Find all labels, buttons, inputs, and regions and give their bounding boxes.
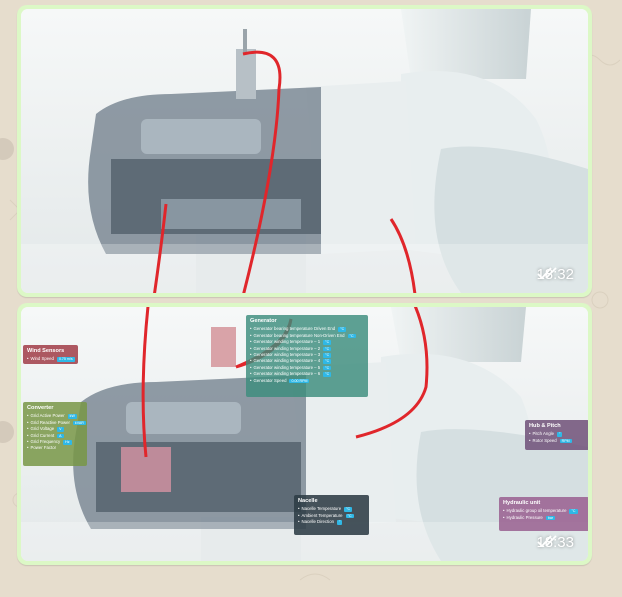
turbine-photo[interactable]: 18:32 (21, 9, 588, 293)
image-message-bubble[interactable]: Generator Generator bearing temperature … (17, 303, 592, 565)
panel-title: Converter (27, 405, 54, 411)
panel-row: Nacelle Direction° (298, 519, 365, 525)
wind-sensors-panel: Wind Sensors Wind Speed0.75 m/s (23, 345, 78, 364)
panel-row: Rotor SpeedRPM (529, 438, 585, 444)
panel-title: Hub & Pitch (529, 423, 561, 429)
panel-title: Wind Sensors (27, 348, 65, 354)
double-check-icon (537, 267, 558, 280)
panel-title: Nacelle (298, 498, 318, 504)
nacelle-panel: Nacelle Nacelle Temperature°C Ambient Te… (294, 495, 369, 535)
image-message-bubble[interactable]: 18:32 (17, 5, 592, 297)
hydraulic-panel: Hydraulic unit Hydraulic group oil tempe… (499, 497, 588, 531)
panel-row: Generator Speed0.00 RPM (250, 378, 364, 384)
turbine-photo[interactable]: Generator Generator bearing temperature … (21, 307, 588, 561)
double-check-icon (537, 535, 558, 548)
wind-turbine-image (21, 9, 588, 293)
panel-row: Hydraulic Pressurebar (503, 515, 585, 521)
message-timestamp: 18:32 (536, 266, 574, 283)
converter-panel: Converter Grid Active PowerkW Grid React… (23, 402, 87, 466)
message-timestamp: 18:33 (536, 534, 574, 551)
panel-title: Generator (250, 318, 277, 324)
panel-row: Power Factor (27, 445, 83, 451)
panel-row: Wind Speed0.75 m/s (27, 356, 75, 362)
hub-pitch-panel: Hub & Pitch Pitch Angle° Rotor SpeedRPM (525, 420, 588, 450)
panel-title: Hydraulic unit (503, 500, 541, 506)
generator-panel: Generator Generator bearing temperature … (246, 315, 368, 397)
